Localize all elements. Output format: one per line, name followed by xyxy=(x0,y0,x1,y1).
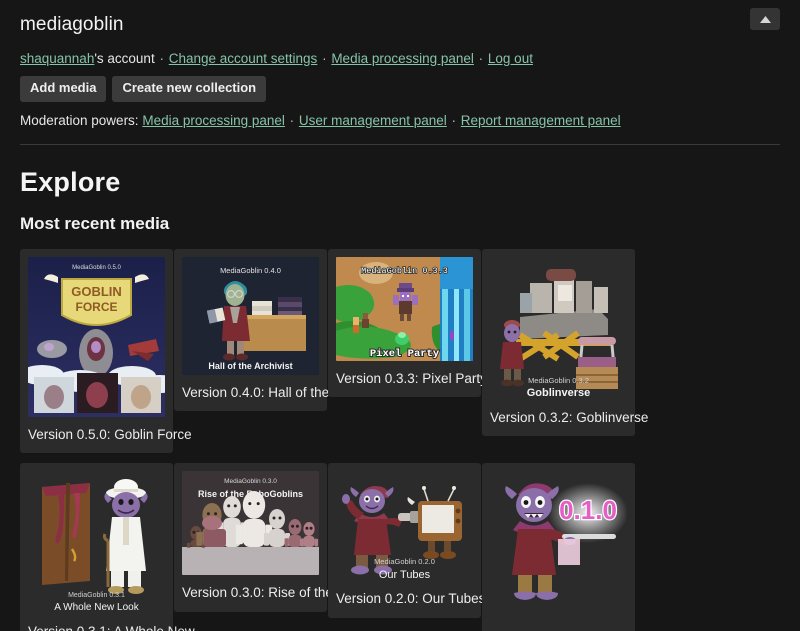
media-grid: MediaGoblin 0.5.0 GOBLINFORCE Version 0.5.… xyxy=(20,249,780,631)
media-card[interactable]: MediaGoblin 0.3.0Rise of the RoboGoblins… xyxy=(174,463,327,612)
explore-section: Explore Most recent media MediaGoblin 0.… xyxy=(0,167,800,631)
svg-text:MediaGoblin 0.2.0: MediaGoblin 0.2.0 xyxy=(374,557,435,566)
media-caption[interactable]: Version 0.5.0: Goblin Force xyxy=(28,426,165,444)
moderation-powers-label: Moderation powers: xyxy=(20,113,139,128)
svg-text:Goblinverse: Goblinverse xyxy=(527,387,591,399)
svg-text:Pixel Party: Pixel Party xyxy=(370,348,440,360)
header-divider xyxy=(20,144,780,145)
svg-text:Hall of the Archivist: Hall of the Archivist xyxy=(208,361,292,371)
media-thumbnail[interactable]: MediaGoblin 0.3.2 Goblinverse xyxy=(490,257,627,400)
media-caption[interactable]: Version 0.3.0: Rise of the Ro xyxy=(182,584,319,602)
moderation-media-processing-panel-link[interactable]: Media processing panel xyxy=(142,113,285,128)
media-thumbnail[interactable]: MediaGoblin 0.3.0Rise of the RoboGoblins xyxy=(182,471,319,575)
change-account-settings-link[interactable]: Change account settings xyxy=(169,51,318,66)
svg-text:MediaGoblin 0.3.1: MediaGoblin 0.3.1 xyxy=(68,592,125,599)
media-card[interactable]: MediaGoblin 0.3.2 Goblinverse Version 0.3.… xyxy=(482,249,635,437)
media-caption[interactable]: Version 0.3.2: Goblinverse xyxy=(490,409,627,427)
moderation-powers-bar: Moderation powers: Media processing pane… xyxy=(0,102,800,131)
media-card[interactable]: MediaGoblin 0.3.3 Pixel Party Version 0.3.… xyxy=(328,249,481,398)
media-card[interactable]: MediaGoblin 0.5.0 GOBLINFORCE Version 0.5.… xyxy=(20,249,173,454)
account-possessive-text: 's account xyxy=(94,51,154,66)
svg-text:MediaGoblin 0.3.2: MediaGoblin 0.3.2 xyxy=(528,376,589,385)
add-media-button[interactable]: Add media xyxy=(20,76,106,102)
account-username-link[interactable]: shaquannah xyxy=(20,51,94,66)
most-recent-media-heading: Most recent media xyxy=(20,214,780,234)
media-thumbnail[interactable]: MediaGoblin 0.2.0 Our Tubes xyxy=(336,471,473,581)
site-header: mediagoblin xyxy=(0,0,800,37)
header-dropdown-button[interactable] xyxy=(750,8,780,30)
media-thumbnail[interactable]: 0.1.0 xyxy=(490,471,627,623)
media-thumbnail-art: MediaGoblin 0.5.0 GOBLINFORCE xyxy=(28,257,165,417)
log-out-link[interactable]: Log out xyxy=(488,51,533,66)
media-caption[interactable]: Version 0.4.0: Hall of the Ar xyxy=(182,384,319,402)
media-caption[interactable]: Version 0.3.3: Pixel Party xyxy=(336,370,473,388)
user-management-panel-link[interactable]: User management panel xyxy=(299,113,447,128)
create-new-collection-button[interactable]: Create new collection xyxy=(112,76,266,102)
svg-text:MediaGoblin 0.3.0: MediaGoblin 0.3.0 xyxy=(224,478,277,485)
svg-text:MediaGoblin 0.4.0: MediaGoblin 0.4.0 xyxy=(220,266,281,275)
media-processing-panel-link[interactable]: Media processing panel xyxy=(331,51,474,66)
media-thumbnail-art: MediaGoblin 0.3.1 A Whole New Look xyxy=(28,471,165,614)
separator-dot: · xyxy=(317,51,331,66)
svg-text:MediaGoblin 0.3.3: MediaGoblin 0.3.3 xyxy=(361,266,448,276)
svg-text:A Whole New Look: A Whole New Look xyxy=(54,602,139,613)
media-card[interactable]: MediaGoblin 0.4.0 Hall of the Archivist Ve… xyxy=(174,249,327,412)
triangle-up-icon xyxy=(759,15,772,24)
report-management-panel-link[interactable]: Report management panel xyxy=(461,113,621,128)
media-thumbnail[interactable]: MediaGoblin 0.3.1 A Whole New Look xyxy=(28,471,165,614)
svg-text:Our Tubes: Our Tubes xyxy=(379,569,431,581)
separator-dot: · xyxy=(447,113,461,128)
media-thumbnail-art: 0.1.0 xyxy=(490,471,627,623)
media-thumbnail-art: MediaGoblin 0.3.0Rise of the RoboGoblins xyxy=(182,471,319,575)
media-card[interactable]: 0.1.0Version 0.1.0 xyxy=(482,463,635,631)
media-card[interactable]: MediaGoblin 0.3.1 A Whole New Look Version… xyxy=(20,463,173,631)
media-thumbnail-art: MediaGoblin 0.3.3 Pixel Party xyxy=(336,257,473,361)
svg-text:FORCE: FORCE xyxy=(76,300,118,314)
account-bar: shaquannah's account · Change account se… xyxy=(0,37,800,69)
media-thumbnail[interactable]: MediaGoblin 0.5.0 GOBLINFORCE xyxy=(28,257,165,417)
separator-dot: · xyxy=(474,51,488,66)
media-thumbnail-art: MediaGoblin 0.4.0 Hall of the Archivist xyxy=(182,257,319,375)
site-title[interactable]: mediagoblin xyxy=(20,10,780,37)
media-caption[interactable]: Version 0.2.0: Our Tubes xyxy=(336,590,473,608)
separator-dot: · xyxy=(285,113,299,128)
media-caption[interactable]: Version 0.3.1: A Whole New xyxy=(28,623,165,631)
svg-text:0.1.0: 0.1.0 xyxy=(559,495,617,525)
media-thumbnail-art: MediaGoblin 0.3.2 Goblinverse xyxy=(490,257,627,400)
media-thumbnail[interactable]: MediaGoblin 0.3.3 Pixel Party xyxy=(336,257,473,361)
page-title: Explore xyxy=(20,167,780,198)
media-thumbnail-art: MediaGoblin 0.2.0 Our Tubes xyxy=(336,471,473,581)
media-thumbnail[interactable]: MediaGoblin 0.4.0 Hall of the Archivist xyxy=(182,257,319,375)
media-card[interactable]: MediaGoblin 0.2.0 Our Tubes Version 0.2.0:… xyxy=(328,463,481,618)
account-action-buttons: Add media Create new collection xyxy=(0,69,800,102)
separator-dot: · xyxy=(155,51,169,66)
svg-text:MediaGoblin 0.5.0: MediaGoblin 0.5.0 xyxy=(72,265,121,271)
svg-text:GOBLIN: GOBLIN xyxy=(71,284,122,299)
